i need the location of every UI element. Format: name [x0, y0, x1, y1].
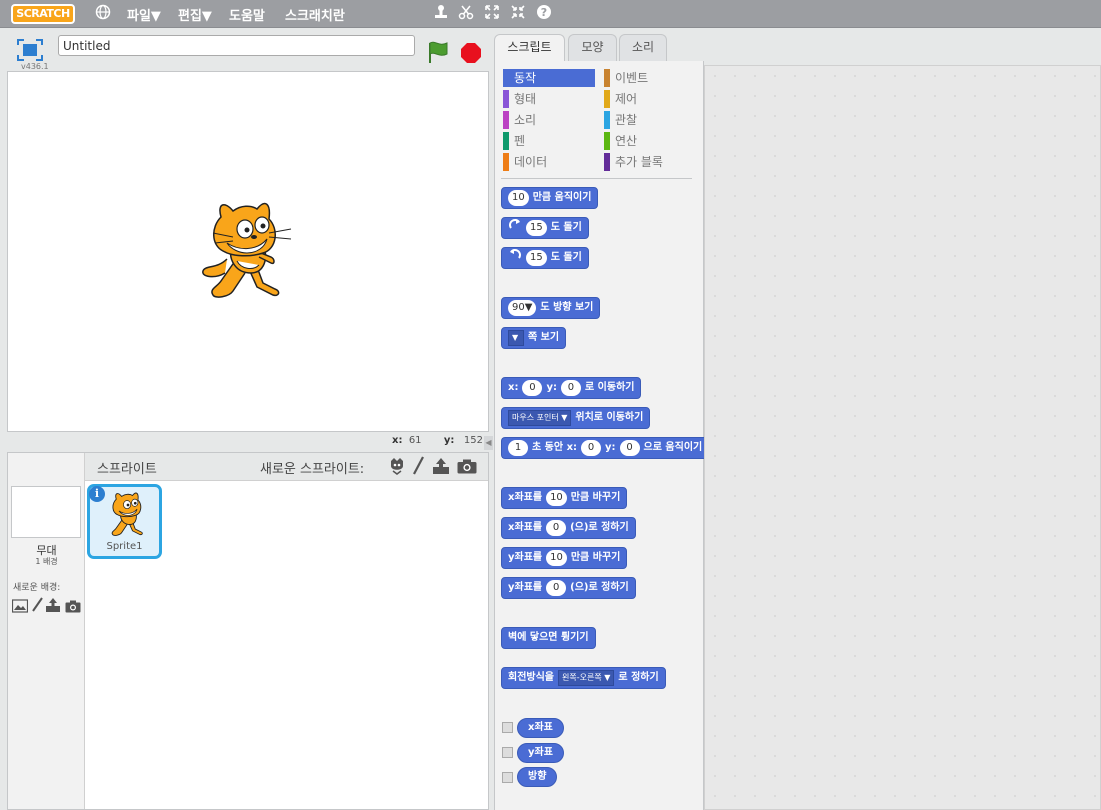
paint-backdrop-icon[interactable]: [31, 597, 43, 613]
category-sound[interactable]: 소리: [503, 111, 595, 129]
turn-left-block[interactable]: 15 도 돌기: [501, 247, 589, 269]
sprites-title: 스프라이트: [97, 462, 157, 477]
help-menu[interactable]: 도움말: [229, 5, 265, 24]
new-sprite-label: 새로운 스프라이트:: [260, 462, 365, 477]
sprite-info-icon[interactable]: i: [89, 486, 105, 502]
turn-right-block[interactable]: 15 도 돌기: [501, 217, 589, 239]
file-menu[interactable]: 파일▼: [127, 5, 161, 24]
bounce-block[interactable]: 벽에 닿으면 튕기기: [501, 627, 596, 649]
category-control[interactable]: 제어: [604, 90, 696, 108]
go-to-block[interactable]: 마우스 포인터 ▼ 위치로 이동하기: [501, 407, 651, 429]
set-x-block[interactable]: x좌표를 0 (으)로 정하기: [501, 517, 636, 539]
cut-scissors-icon[interactable]: [457, 4, 475, 22]
backdrop-library-icon[interactable]: [11, 599, 29, 613]
palette-divider: [501, 178, 692, 179]
category-looks[interactable]: 형태: [503, 90, 595, 108]
y-position-reporter[interactable]: y좌표: [517, 743, 564, 763]
paint-sprite-icon[interactable]: [412, 456, 424, 476]
category-more-blocks[interactable]: 추가 블록: [604, 153, 696, 171]
set-rotation-style-block[interactable]: 회전방식을 왼쪽-오른쪽 ▼ 로 정하기: [501, 667, 666, 689]
camera-sprite-icon[interactable]: [457, 459, 477, 474]
scratch-logo[interactable]: SCRATCH: [11, 4, 75, 24]
category-pen[interactable]: 펜: [503, 132, 595, 150]
x-position-reporter[interactable]: x좌표: [517, 718, 564, 738]
camera-backdrop-icon[interactable]: [65, 600, 81, 613]
set-y-block[interactable]: y좌표를 0 (으)로 정하기: [501, 577, 636, 599]
stage-thumbnail-column: 무대 1 배경 새로운 배경:: [8, 453, 85, 809]
category-sensing[interactable]: 관찰: [604, 111, 696, 129]
category-events[interactable]: 이벤트: [604, 69, 696, 87]
duplicate-stamp-icon[interactable]: [432, 4, 450, 22]
block-palette: [494, 61, 704, 810]
y-position-checkbox[interactable]: [502, 747, 513, 758]
move-steps-block[interactable]: 10 만큼 움직이기: [501, 187, 599, 209]
y-coord-value: 152: [463, 435, 483, 446]
direction-checkbox[interactable]: [502, 772, 513, 783]
tab-scripts[interactable]: 스크립트: [494, 34, 565, 62]
new-backdrop-label: 새로운 배경:: [13, 583, 61, 593]
sprite-name: Sprite1: [106, 541, 143, 552]
mouse-coords: x: 61 y: 152: [392, 435, 483, 446]
stage-header: v436.1: [7, 33, 489, 71]
collapse-stage-arrow[interactable]: ◀: [484, 436, 493, 450]
upload-backdrop-icon[interactable]: [45, 597, 61, 613]
tab-sounds[interactable]: 소리: [619, 34, 667, 61]
fullscreen-icon[interactable]: [17, 39, 43, 61]
x-position-checkbox[interactable]: [502, 722, 513, 733]
upload-sprite-icon[interactable]: [432, 457, 450, 475]
sprite-library-icon[interactable]: [388, 457, 406, 475]
direction-reporter[interactable]: 방향: [517, 767, 558, 787]
green-flag-icon[interactable]: [426, 40, 450, 64]
globe-icon[interactable]: [94, 4, 112, 22]
category-motion[interactable]: 동작: [503, 69, 595, 87]
edit-menu[interactable]: 편집▼: [178, 5, 212, 24]
svg-text:?: ?: [541, 6, 547, 19]
tips-menu[interactable]: 스크래치란: [285, 5, 345, 24]
sprite-pane: 무대 1 배경 새로운 배경: 스프라이트 새로운 스프라이트: i Sprit…: [7, 452, 489, 810]
grow-icon[interactable]: [483, 4, 501, 22]
scripts-area[interactable]: [704, 65, 1101, 810]
stage-thumbnail[interactable]: [11, 486, 81, 538]
y-coord-label: y:: [443, 435, 455, 446]
backdrop-count: 1 배경: [35, 557, 58, 566]
sprite-thumbnail-cat-image: [106, 491, 150, 539]
stop-icon[interactable]: [460, 42, 482, 64]
shrink-icon[interactable]: [509, 4, 527, 22]
category-operators[interactable]: 연산: [604, 132, 696, 150]
help-question-icon[interactable]: ?: [535, 4, 553, 22]
sprite-thumbnail[interactable]: i Sprite1: [87, 484, 162, 559]
menu-bar: SCRATCH 파일▼ 편집▼ 도움말 스크래치란 ?: [0, 0, 1101, 28]
stage-canvas[interactable]: [7, 71, 489, 432]
cat-sprite-image[interactable]: [199, 199, 295, 305]
x-coord-value: 61: [408, 435, 422, 446]
point-in-direction-block[interactable]: 90▼ 도 방향 보기: [501, 297, 601, 319]
version-label: v436.1: [21, 62, 49, 71]
change-y-block[interactable]: y좌표를 10 만큼 바꾸기: [501, 547, 628, 569]
turn-left-icon: [508, 247, 522, 269]
x-coord-label: x:: [392, 435, 403, 446]
sprites-header: 스프라이트 새로운 스프라이트:: [85, 453, 488, 481]
go-to-xy-block[interactable]: x: 0 y: 0 로 이동하기: [501, 377, 642, 399]
project-title-input[interactable]: [58, 35, 415, 56]
turn-right-icon: [508, 217, 522, 239]
change-x-block[interactable]: x좌표를 10 만큼 바꾸기: [501, 487, 628, 509]
category-data[interactable]: 데이터: [503, 153, 595, 171]
glide-block[interactable]: 1초 동안 x: 0 y: 0 으로 움직이기: [501, 437, 704, 459]
point-towards-block[interactable]: ▼ 쪽 보기: [501, 327, 567, 349]
tab-costumes[interactable]: 모양: [568, 34, 617, 61]
